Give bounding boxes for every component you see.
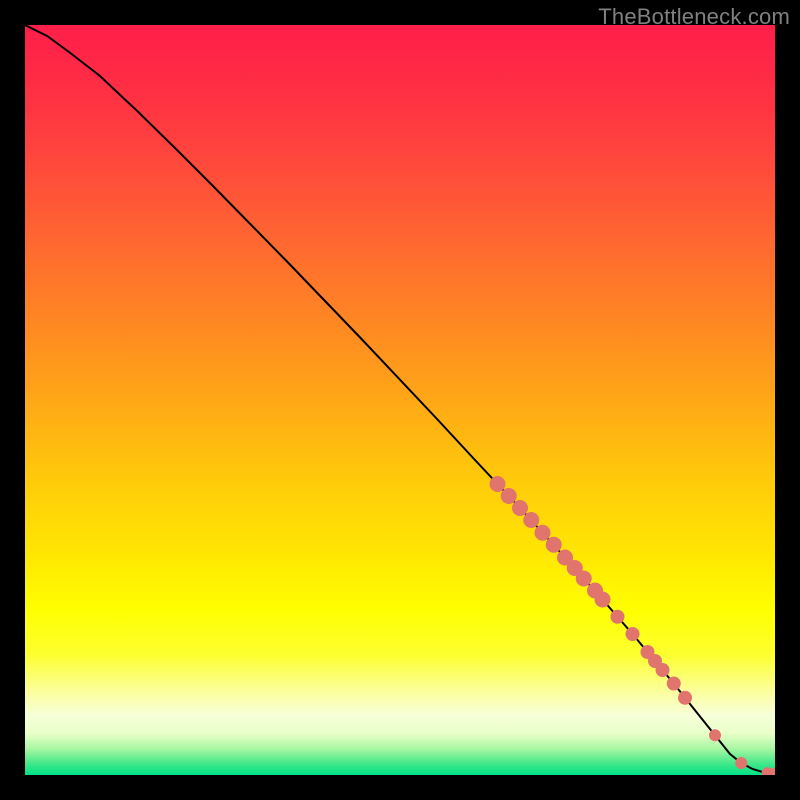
data-point xyxy=(709,729,721,741)
data-point xyxy=(576,571,592,587)
data-point xyxy=(667,677,681,691)
data-point xyxy=(735,757,747,769)
data-point xyxy=(535,525,551,541)
data-point xyxy=(501,488,517,504)
data-point xyxy=(626,627,640,641)
chart-stage: TheBottleneck.com xyxy=(0,0,800,800)
plot-background xyxy=(25,25,775,775)
data-point xyxy=(523,512,539,528)
data-point xyxy=(546,537,562,553)
data-point xyxy=(611,610,625,624)
data-point xyxy=(512,500,528,516)
data-point xyxy=(656,663,670,677)
data-point xyxy=(490,476,506,492)
data-point xyxy=(595,592,611,608)
chart-svg xyxy=(25,25,775,775)
data-point xyxy=(678,691,692,705)
